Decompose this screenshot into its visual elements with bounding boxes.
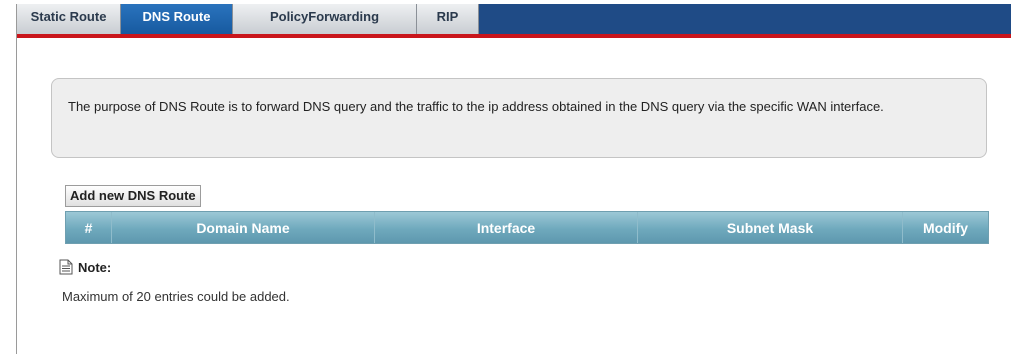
- tab-static-route[interactable]: Static Route: [17, 4, 121, 34]
- note: Note:: [59, 257, 111, 277]
- note-text: Maximum of 20 entries could be added.: [62, 289, 290, 304]
- column-header-subnet-mask: Subnet Mask: [638, 212, 903, 243]
- tab-bar: Static Route DNS Route PolicyForwarding …: [17, 4, 1011, 38]
- document-icon: [59, 259, 73, 275]
- info-box: The purpose of DNS Route is to forward D…: [51, 78, 987, 158]
- dns-route-panel: Static Route DNS Route PolicyForwarding …: [16, 4, 1011, 354]
- column-header-domain-name: Domain Name: [112, 212, 375, 243]
- add-dns-route-button[interactable]: Add new DNS Route: [65, 185, 201, 207]
- note-label: Note:: [78, 259, 112, 275]
- table-header: # Domain Name Interface Subnet Mask Modi…: [65, 211, 989, 244]
- tab-dns-route[interactable]: DNS Route: [121, 4, 233, 34]
- column-header-index: #: [66, 212, 112, 243]
- info-text: The purpose of DNS Route is to forward D…: [68, 99, 884, 114]
- tab-policy-forwarding[interactable]: PolicyForwarding: [233, 4, 417, 34]
- tab-rip[interactable]: RIP: [417, 4, 479, 34]
- column-header-interface: Interface: [375, 212, 638, 243]
- column-header-modify: Modify: [922, 219, 969, 236]
